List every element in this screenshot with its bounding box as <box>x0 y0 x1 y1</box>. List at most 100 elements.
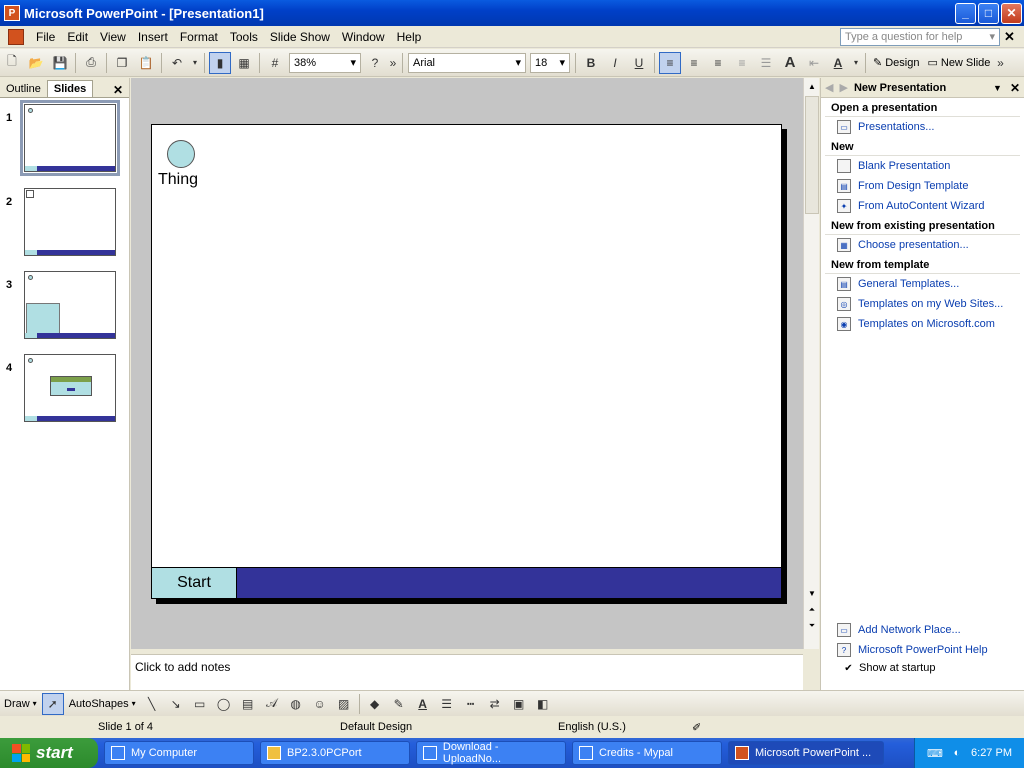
close-icon[interactable]: ✕ <box>1010 81 1020 95</box>
close-button[interactable]: ✕ <box>1001 2 1022 24</box>
design-template-link[interactable]: ▤ From Design Template <box>821 176 1024 196</box>
zoom-select[interactable]: 38% ▾ <box>289 52 361 73</box>
slide-thumbnail-3[interactable] <box>24 271 116 339</box>
wordart-icon[interactable]: 𝒜 <box>261 693 283 715</box>
menu-format[interactable]: Format <box>174 30 224 44</box>
tab-outline[interactable]: Outline <box>0 81 47 97</box>
dash-style-icon[interactable]: ┅ <box>460 693 482 715</box>
menu-insert[interactable]: Insert <box>132 30 174 44</box>
paste-icon[interactable]: 📋 <box>135 52 157 74</box>
scroll-down-icon[interactable]: ▼ <box>804 585 820 601</box>
draw-menu-button[interactable]: Draw ▾ <box>0 698 41 710</box>
3d-icon[interactable]: ◧ <box>532 693 554 715</box>
rectangle-icon[interactable]: ▭ <box>189 693 211 715</box>
start-button[interactable]: start <box>0 738 98 768</box>
minimize-button[interactable]: _ <box>955 2 976 24</box>
slide-thumbnail-4[interactable] <box>24 354 116 422</box>
menu-file[interactable]: File <box>30 30 61 44</box>
line-icon[interactable]: ╲ <box>141 693 163 715</box>
ms-templates-link[interactable]: ◉ Templates on Microsoft.com <box>821 314 1024 334</box>
start-box[interactable]: Start <box>152 568 237 598</box>
decrease-indent-icon[interactable]: ⇤ <box>803 52 825 74</box>
open-icon[interactable]: 📂 <box>25 52 47 74</box>
help-search-input[interactable]: Type a question for help ▾ <box>840 27 1000 46</box>
slide-thumbnail-2[interactable] <box>24 188 116 256</box>
web-templates-link[interactable]: ◎ Templates on my Web Sites... <box>821 294 1024 314</box>
slide-footer-bar[interactable]: Start <box>152 567 781 598</box>
network-place-link[interactable]: ▭ Add Network Place... <box>821 620 1024 640</box>
fill-color-icon[interactable]: ◆ <box>364 693 386 715</box>
italic-button[interactable]: I <box>604 52 626 74</box>
keyboard-icon[interactable]: ⌨ <box>927 747 943 760</box>
current-slide[interactable]: Thing Start <box>151 124 782 599</box>
bullets-icon[interactable]: ☰ <box>755 52 777 74</box>
design-button[interactable]: ✎ Design <box>869 56 923 70</box>
diagram-icon[interactable]: ◍ <box>285 693 307 715</box>
menu-view[interactable]: View <box>94 30 132 44</box>
align-left-icon[interactable]: ≡ <box>659 51 681 74</box>
back-icon[interactable]: ◀ <box>825 81 833 94</box>
general-templates-link[interactable]: ▤ General Templates... <box>821 274 1024 294</box>
bold-button[interactable]: B <box>580 52 602 74</box>
font-select[interactable]: Arial ▾ <box>408 52 526 73</box>
chevron-down-icon[interactable]: ▾ <box>851 52 861 74</box>
toolbar-options-icon[interactable]: » <box>995 52 1005 74</box>
insert-table-icon[interactable]: ▦ <box>233 52 255 74</box>
vertical-scrollbar[interactable]: ▲ ▼ ⏶ ⏷ <box>803 78 819 649</box>
pane-close-button[interactable]: ✕ <box>113 83 123 97</box>
toolbar-options-icon[interactable]: » <box>388 52 398 74</box>
menu-slide-show[interactable]: Slide Show <box>264 30 336 44</box>
save-icon[interactable]: 💾 <box>49 52 71 74</box>
font-color-icon[interactable]: A <box>827 52 849 74</box>
align-right-icon[interactable]: ≡ <box>707 52 729 74</box>
show-at-startup-checkbox[interactable]: ✔ Show at startup <box>821 660 1024 676</box>
clip-art-icon[interactable]: ☺ <box>309 693 331 715</box>
menu-help[interactable]: Help <box>391 30 428 44</box>
task-download[interactable]: Download - UploadNo... <box>416 741 566 765</box>
previous-slide-icon[interactable]: ⏶ <box>804 602 820 618</box>
next-slide-icon[interactable]: ⏷ <box>804 618 820 634</box>
select-pointer-icon[interactable]: ➚ <box>41 692 64 715</box>
help-icon[interactable]: ? <box>364 52 386 74</box>
task-folder[interactable]: BP2.3.0PCPort <box>260 741 410 765</box>
document-icon[interactable] <box>8 28 24 45</box>
task-my-computer[interactable]: My Computer <box>104 741 254 765</box>
choose-presentation-link[interactable]: ▦ Choose presentation... <box>821 235 1024 255</box>
arrow-style-icon[interactable]: ⇄ <box>484 693 506 715</box>
font-color-icon[interactable]: A <box>412 693 434 715</box>
presentations-link[interactable]: ▭ Presentations... <box>821 117 1024 137</box>
ppt-help-link[interactable]: ? Microsoft PowerPoint Help <box>821 640 1024 660</box>
increase-font-icon[interactable]: A <box>779 52 801 74</box>
underline-button[interactable]: U <box>628 52 650 74</box>
autocontent-link[interactable]: ✦ From AutoContent Wizard <box>821 196 1024 216</box>
menu-tools[interactable]: Tools <box>224 30 264 44</box>
undo-icon[interactable]: ↶ <box>166 52 188 74</box>
thing-circle-shape[interactable] <box>167 140 195 168</box>
menu-edit[interactable]: Edit <box>61 30 94 44</box>
line-style-icon[interactable]: ☰ <box>436 693 458 715</box>
blank-presentation-link[interactable]: Blank Presentation <box>821 156 1024 176</box>
line-color-icon[interactable]: ✎ <box>388 693 410 715</box>
grid-icon[interactable]: # <box>264 52 286 74</box>
forward-icon[interactable]: ▶ <box>839 81 847 94</box>
slide-thumbnail-1[interactable] <box>20 100 120 176</box>
volume-icon[interactable]: ◐ <box>954 747 961 759</box>
new-icon[interactable]: 🗋 <box>1 52 23 74</box>
oval-icon[interactable]: ◯ <box>213 693 235 715</box>
task-credits[interactable]: Credits - Mypal <box>572 741 722 765</box>
insert-chart-icon[interactable]: ▮ <box>209 51 231 74</box>
chevron-down-icon[interactable]: ▼ <box>993 83 1002 93</box>
chevron-down-icon[interactable]: ▾ <box>190 52 200 74</box>
justify-icon[interactable]: ≡ <box>731 52 753 74</box>
scroll-up-icon[interactable]: ▲ <box>804 78 820 94</box>
text-box-icon[interactable]: ▤ <box>237 693 259 715</box>
scroll-thumb[interactable] <box>805 96 819 214</box>
copy-icon[interactable]: ❐ <box>111 52 133 74</box>
arrow-icon[interactable]: ↘ <box>165 693 187 715</box>
notes-pane[interactable]: Click to add notes <box>131 654 803 690</box>
align-center-icon[interactable]: ≡ <box>683 52 705 74</box>
task-powerpoint[interactable]: Microsoft PowerPoint ... <box>728 741 884 765</box>
print-icon[interactable]: ⎙ <box>80 52 102 74</box>
thing-label[interactable]: Thing <box>158 171 198 189</box>
tab-slides[interactable]: Slides <box>46 80 94 97</box>
